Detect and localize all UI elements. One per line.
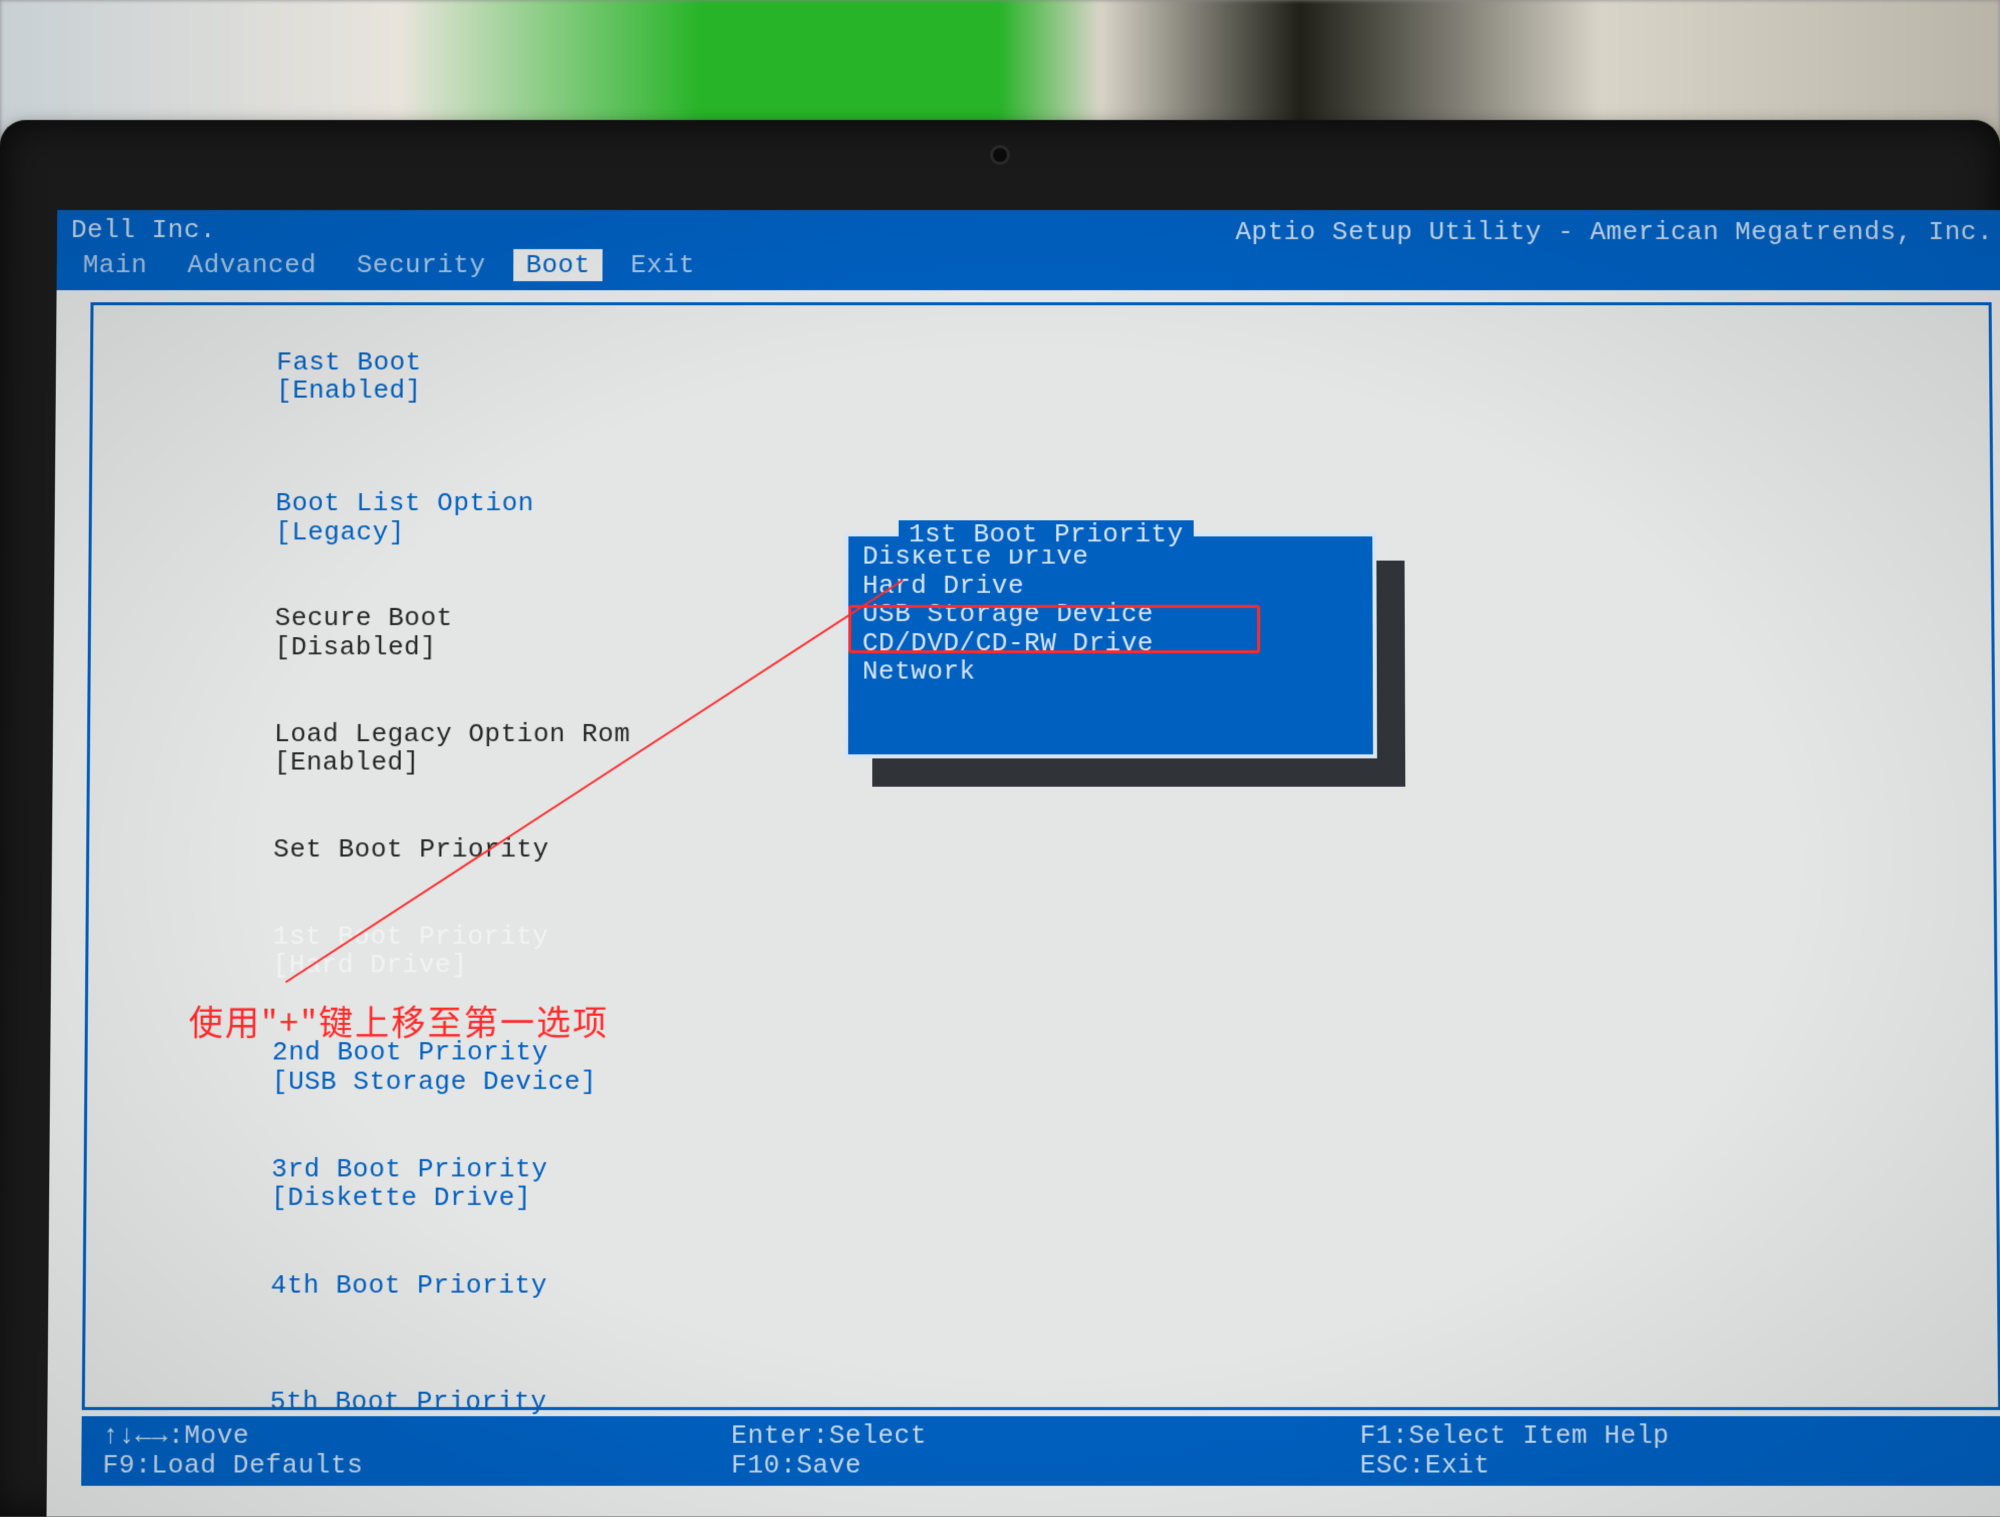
row-value: [USB Storage Device] xyxy=(272,1066,597,1096)
tab-exit[interactable]: Exit xyxy=(618,249,707,282)
row-label: 2nd Boot Priority xyxy=(272,1038,736,1067)
row-value: [Enabled] xyxy=(274,748,420,778)
spacer xyxy=(114,434,1967,460)
row-2nd-boot[interactable]: 2nd Boot Priority [USB Storage Device] xyxy=(109,1009,1973,1125)
row-value: [Diskette Drive] xyxy=(271,1183,531,1214)
row-4th-boot[interactable]: 4th Boot Priority xyxy=(107,1242,1975,1359)
bios-panel: Fast Boot [Enabled] Boot List Option [Le… xyxy=(82,302,2000,1410)
row-label: Load Legacy Option Rom xyxy=(274,720,737,749)
help-defaults: F9:Load Defaults xyxy=(102,1451,723,1480)
row-label: Set Boot Priority xyxy=(273,835,736,864)
popup-item-network[interactable]: Network xyxy=(860,658,1362,687)
laptop-bezel: Dell Inc. Aptio Setup Utility - American… xyxy=(0,120,2000,1517)
row-label: 4th Boot Priority xyxy=(271,1271,736,1300)
row-label: 1st Boot Priority xyxy=(273,922,736,951)
row-fast-boot[interactable]: Fast Boot [Enabled] xyxy=(115,319,1968,434)
tab-main[interactable]: Main xyxy=(71,249,160,282)
row-label: 5th Boot Priority xyxy=(270,1388,735,1417)
help-save: F10:Save xyxy=(731,1451,1352,1480)
laptop-screen: Dell Inc. Aptio Setup Utility - American… xyxy=(47,210,2000,1516)
boot-priority-popup[interactable]: 1st Boot Priority Diskette Drive Hard Dr… xyxy=(844,532,1377,758)
help-exit: ESC:Exit xyxy=(1360,1451,1981,1480)
row-value: [Enabled] xyxy=(276,376,421,406)
row-value: [Disabled] xyxy=(275,632,437,662)
row-label: 3rd Boot Priority xyxy=(271,1155,735,1184)
bios-tabs: Main Advanced Security Boot Exit xyxy=(71,249,1988,282)
bios-helpbar: ↑↓←→:Move Enter:Select F1:Select Item He… xyxy=(81,1416,2000,1486)
row-value: [Hard Drive] xyxy=(273,950,468,980)
bios-titlebar: Dell Inc. Aptio Setup Utility - American… xyxy=(57,210,2000,290)
row-label: Boot List Option xyxy=(276,489,738,518)
row-label: Fast Boot xyxy=(276,348,737,377)
popup-item-hard-drive[interactable]: Hard Drive xyxy=(860,571,1362,600)
popup-item-usb-storage[interactable]: USB Storage Device xyxy=(860,600,1362,629)
help-select: Enter:Select xyxy=(731,1422,1351,1451)
bios-screen: Dell Inc. Aptio Setup Utility - American… xyxy=(47,210,2000,1516)
help-itemhelp: F1:Select Item Help xyxy=(1360,1422,1981,1451)
popup-title: 1st Boot Priority xyxy=(899,520,1194,549)
row-set-boot-header: Set Boot Priority xyxy=(111,806,1971,893)
row-3rd-boot[interactable]: 3rd Boot Priority [Diskette Drive] xyxy=(108,1126,1974,1242)
row-value: [Legacy] xyxy=(275,517,404,547)
row-1st-boot[interactable]: 1st Boot Priority [Hard Drive] xyxy=(110,893,1972,1009)
tab-security[interactable]: Security xyxy=(345,249,498,282)
tab-boot[interactable]: Boot xyxy=(514,249,603,282)
utility-title: Aptio Setup Utility - American Megatrend… xyxy=(1235,218,1993,247)
row-label: Secure Boot xyxy=(275,604,737,633)
popup-item-cd-dvd[interactable]: CD/DVD/CD-RW Drive xyxy=(860,629,1362,658)
webcam-dot xyxy=(993,148,1007,162)
tab-advanced[interactable]: Advanced xyxy=(175,249,328,282)
help-move: ↑↓←→:Move xyxy=(103,1422,724,1451)
